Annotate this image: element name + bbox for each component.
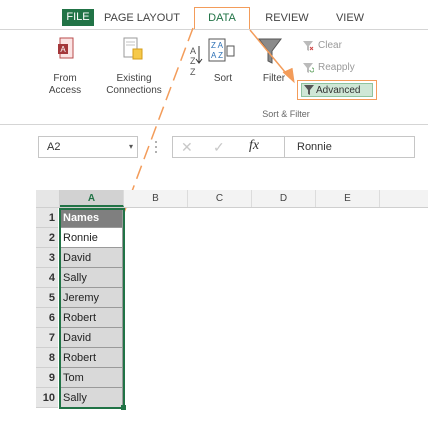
column-header-e[interactable]: E (316, 190, 380, 207)
column-header-a[interactable]: A (60, 190, 124, 207)
header-cell[interactable]: Names (60, 208, 123, 228)
fill-handle[interactable] (121, 405, 126, 410)
table-cell[interactable]: Robert (60, 308, 123, 328)
column-header-b[interactable]: B (124, 190, 188, 207)
row-header-7[interactable]: 7 (36, 328, 58, 348)
table-cell[interactable]: David (60, 328, 123, 348)
table-cell[interactable]: Sally (60, 268, 123, 288)
row-header-4[interactable]: 4 (36, 268, 58, 288)
name-box-dropdown-icon[interactable]: ▾ (129, 137, 133, 157)
row-header-8[interactable]: 8 (36, 348, 58, 368)
row-header-6[interactable]: 6 (36, 308, 58, 328)
table-cell[interactable]: Jeremy (60, 288, 123, 308)
table-cell[interactable]: Ronnie (60, 228, 123, 248)
ribbon-bottom-divider (0, 124, 428, 125)
column-header-c[interactable]: C (188, 190, 252, 207)
table-cell[interactable]: Tom (60, 368, 123, 388)
name-box[interactable]: A2 ▾ (38, 136, 138, 158)
row-header-5[interactable]: 5 (36, 288, 58, 308)
row-header-3[interactable]: 3 (36, 248, 58, 268)
table-cell[interactable]: Sally (60, 388, 123, 408)
row-header-2[interactable]: 2 (36, 228, 58, 248)
row-header-1[interactable]: 1 (36, 208, 58, 228)
select-all-corner[interactable] (36, 190, 60, 207)
name-box-value: A2 (47, 141, 61, 153)
cancel-icon[interactable]: ✕ (181, 139, 193, 156)
formula-bar-grip-icon (148, 136, 164, 158)
column-header-d[interactable]: D (252, 190, 316, 207)
formula-input[interactable]: Ronnie (285, 136, 415, 158)
enter-icon[interactable]: ✓ (213, 139, 225, 156)
formula-buttons: ✕ ✓ fx (172, 136, 285, 158)
table-cell[interactable]: David (60, 248, 123, 268)
row-header-9[interactable]: 9 (36, 368, 58, 388)
row-header-10[interactable]: 10 (36, 388, 58, 408)
table-cell[interactable]: Robert (60, 348, 123, 368)
fx-icon[interactable]: fx (249, 138, 259, 154)
